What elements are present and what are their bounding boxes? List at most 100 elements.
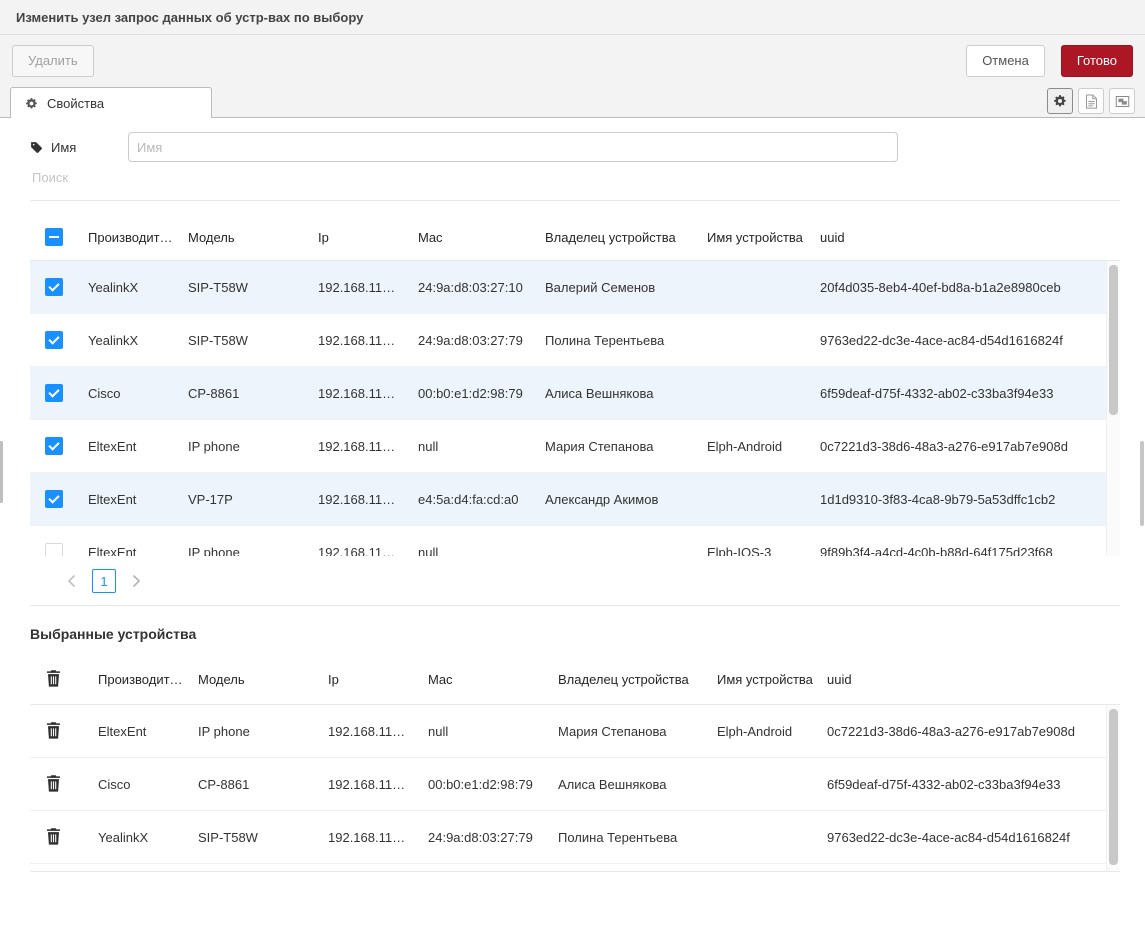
remove-device-button[interactable] — [43, 773, 63, 793]
cell-mac: null — [418, 439, 545, 454]
column-header: Mac — [428, 672, 558, 687]
cell-manufacturer: YealinkX — [98, 830, 198, 845]
cell-manufacturer: EltexEnt — [88, 439, 188, 454]
appearance-tab-button[interactable] — [1109, 88, 1135, 114]
device-row[interactable]: EltexEntIP phone192.168.11…nullElph-IOS-… — [30, 526, 1120, 556]
row-checkbox[interactable] — [45, 437, 63, 455]
name-input[interactable] — [128, 132, 898, 162]
name-label: Имя — [51, 140, 76, 155]
column-header: Модель — [198, 672, 328, 687]
page-scrollbar[interactable] — [1140, 441, 1144, 526]
scrollbar-handle[interactable] — [1109, 265, 1118, 415]
column-header: Модель — [188, 230, 318, 245]
row-checkbox[interactable] — [45, 384, 63, 402]
column-header: Владелец устройства — [545, 230, 707, 245]
delete-all-button[interactable] — [43, 668, 63, 688]
cell-owner: Полина Терентьева — [545, 333, 707, 348]
cell-ip: 192.168.11… — [328, 724, 428, 739]
cancel-button[interactable]: Отмена — [966, 45, 1045, 77]
cell-mac: null — [428, 724, 558, 739]
cell-ip: 192.168.11… — [318, 386, 418, 401]
previous-page-button[interactable] — [62, 569, 82, 593]
selected-devices-title: Выбранные устройства — [30, 626, 1120, 642]
trash-cell — [30, 826, 98, 848]
row-checkbox[interactable] — [45, 278, 63, 296]
dialog-toolbar: Удалить Отмена Готово — [0, 35, 1145, 86]
document-icon — [1085, 94, 1098, 109]
devices-table: Производит…МодельIpMacВладелец устройств… — [30, 214, 1120, 606]
row-checkbox[interactable] — [45, 543, 63, 556]
pagination: 1 — [30, 556, 1120, 606]
chevron-left-icon — [67, 574, 77, 588]
tab-action-buttons — [1047, 88, 1135, 114]
cell-manufacturer: EltexEnt — [88, 545, 188, 557]
cell-ip: 192.168.11… — [328, 830, 428, 845]
delete-button[interactable]: Удалить — [12, 45, 94, 77]
cell-model: IP phone — [188, 439, 318, 454]
select-all-cell — [30, 228, 88, 246]
cell-mac: 00:b0:e1:d2:98:79 — [428, 777, 558, 792]
device-row[interactable]: EltexEntIP phone192.168.11…nullМария Сте… — [30, 420, 1120, 473]
checkbox-cell — [30, 331, 88, 349]
description-tab-button[interactable] — [1078, 88, 1104, 114]
dialog-title: Изменить узел запрос данных об устр-вах … — [16, 10, 363, 25]
cell-mac: 24:9a:d8:03:27:79 — [418, 333, 545, 348]
trash-cell — [30, 720, 98, 742]
tab-properties[interactable]: Свойства — [10, 87, 212, 118]
selected-table-header: Производит…МодельIpMacВладелец устройств… — [30, 654, 1120, 705]
row-checkbox[interactable] — [45, 331, 63, 349]
select-all-checkbox[interactable] — [45, 228, 63, 246]
tray-resize-handle[interactable] — [0, 441, 3, 503]
devices-table-header: Производит…МодельIpMacВладелец устройств… — [30, 214, 1120, 261]
cell-mac: null — [418, 545, 545, 557]
row-checkbox[interactable] — [45, 490, 63, 508]
cell-ip: 192.168.11… — [318, 280, 418, 295]
properties-tab-button[interactable] — [1047, 88, 1073, 114]
cell-owner: Алиса Вешнякова — [558, 777, 717, 792]
cell-ip: 192.168.11… — [318, 439, 418, 454]
column-header: Ip — [328, 672, 428, 687]
trash-icon — [46, 775, 61, 792]
device-row[interactable]: EltexEntVP-17P192.168.11…e4:5a:d4:fa:cd:… — [30, 473, 1120, 526]
cell-manufacturer: Cisco — [88, 386, 188, 401]
remove-device-button[interactable] — [43, 720, 63, 740]
remove-device-button[interactable] — [43, 826, 63, 846]
cell-ip: 192.168.11… — [318, 545, 418, 557]
device-row[interactable]: YealinkXSIP-T58W192.168.11…24:9a:d8:03:2… — [30, 261, 1120, 314]
cell-device_name: Elph-Android — [717, 724, 827, 739]
devices-table-scrollbar[interactable] — [1106, 261, 1120, 556]
cell-uuid: 9f89b3f4-a4cd-4c0b-b88d-64f175d23f68 — [820, 545, 1120, 557]
checkbox-cell — [30, 384, 88, 402]
scrollbar-handle[interactable] — [1109, 709, 1118, 865]
name-field-row: Имя — [30, 132, 1120, 162]
gear-icon — [25, 97, 38, 110]
cell-owner: Александр Акимов — [545, 492, 707, 507]
devices-table-body: YealinkXSIP-T58W192.168.11…24:9a:d8:03:2… — [30, 261, 1120, 556]
cell-model: IP phone — [188, 545, 318, 557]
checkbox-cell — [30, 278, 88, 296]
cell-uuid: 9763ed22-dc3e-4ace-ac84-d54d1616824f — [827, 830, 1120, 845]
cell-model: SIP-T58W — [198, 830, 328, 845]
selected-table-scrollbar[interactable] — [1106, 705, 1120, 871]
cell-mac: 00:b0:e1:d2:98:79 — [418, 386, 545, 401]
cell-mac: 24:9a:d8:03:27:10 — [418, 280, 545, 295]
search-input[interactable] — [30, 169, 1124, 186]
tag-icon — [30, 141, 43, 154]
tab-properties-label: Свойства — [47, 96, 104, 111]
cell-model: SIP-T58W — [188, 333, 318, 348]
cell-owner: Мария Степанова — [558, 724, 717, 739]
cell-ip: 192.168.11… — [328, 777, 428, 792]
cell-manufacturer: EltexEnt — [88, 492, 188, 507]
cell-owner: Валерий Семенов — [545, 280, 707, 295]
selected-device-row: CiscoCP-8861192.168.11…00:b0:e1:d2:98:79… — [30, 758, 1120, 811]
dialog-header: Изменить узел запрос данных об устр-вах … — [0, 0, 1145, 35]
done-button[interactable]: Готово — [1061, 45, 1133, 77]
page-number-button[interactable]: 1 — [92, 569, 116, 593]
device-row[interactable]: YealinkXSIP-T58W192.168.11…24:9a:d8:03:2… — [30, 314, 1120, 367]
chevron-right-icon — [131, 574, 141, 588]
cell-uuid: 20f4d035-8eb4-40ef-bd8a-b1a2e8980ceb — [820, 280, 1120, 295]
cell-manufacturer: EltexEnt — [98, 724, 198, 739]
device-row[interactable]: CiscoCP-8861192.168.11…00:b0:e1:d2:98:79… — [30, 367, 1120, 420]
column-header: uuid — [820, 230, 1120, 245]
next-page-button[interactable] — [126, 569, 146, 593]
